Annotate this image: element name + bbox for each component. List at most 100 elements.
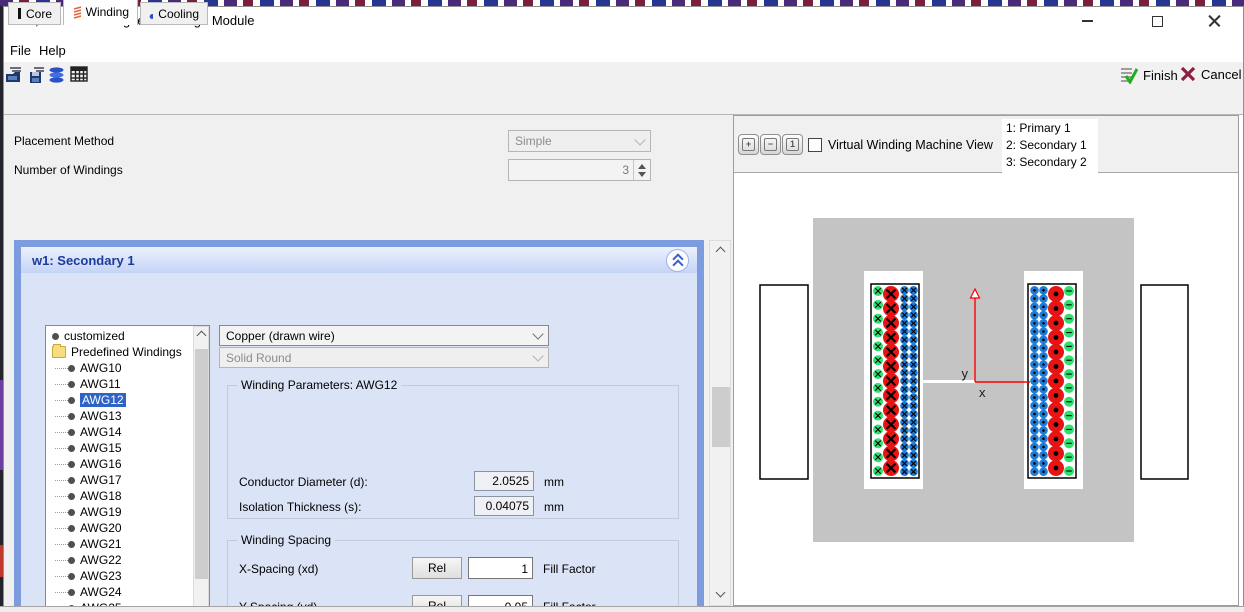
chevron-down-icon bbox=[634, 134, 645, 145]
left-pane-scrollbar-thumb[interactable] bbox=[712, 387, 730, 447]
tree-item-awg20[interactable]: AWG20 bbox=[46, 520, 209, 536]
spinner-up-icon[interactable] bbox=[638, 164, 646, 169]
finish-check-icon bbox=[1120, 66, 1138, 84]
winding-panel: w1: Secondary 1 customizedPredefined Win… bbox=[14, 240, 704, 612]
minimize-button[interactable] bbox=[1072, 8, 1102, 34]
tab-cooling[interactable]: Cooling bbox=[140, 2, 208, 25]
bullet-icon bbox=[68, 445, 75, 452]
bullet-icon bbox=[52, 333, 59, 340]
bullet-icon bbox=[68, 573, 75, 580]
zoom-reset-button[interactable]: 1 bbox=[782, 134, 803, 155]
tree-item-label: AWG14 bbox=[80, 425, 122, 439]
tree-item-label: AWG22 bbox=[80, 553, 122, 567]
cooling-icon bbox=[149, 7, 153, 21]
wire-shape-value: Solid Round bbox=[226, 351, 291, 365]
x-spacing-field[interactable]: 1 bbox=[468, 557, 533, 579]
tree-item-label: AWG21 bbox=[80, 537, 122, 551]
tree-item-awg24[interactable]: AWG24 bbox=[46, 584, 209, 600]
tree-item-awg12[interactable]: AWG12 bbox=[46, 392, 209, 408]
bullet-icon bbox=[68, 397, 75, 404]
x-spacing-rel-button[interactable]: Rel bbox=[412, 557, 462, 579]
tree-item-awg11[interactable]: AWG11 bbox=[46, 376, 209, 392]
tree-connector bbox=[55, 560, 68, 561]
tree-item-awg19[interactable]: AWG19 bbox=[46, 504, 209, 520]
bullet-icon bbox=[68, 589, 75, 596]
legend-entry: 3: Secondary 2 bbox=[1006, 154, 1098, 171]
tree-connector bbox=[55, 576, 68, 577]
winding-panel-header: w1: Secondary 1 bbox=[21, 247, 697, 273]
tree-item-awg23[interactable]: AWG23 bbox=[46, 568, 209, 584]
x-spacing-label: X-Spacing (xd) bbox=[239, 562, 318, 576]
tree-item-awg17[interactable]: AWG17 bbox=[46, 472, 209, 488]
tab-core[interactable]: Core bbox=[8, 2, 61, 25]
number-of-windings-spinner[interactable]: 3 bbox=[508, 159, 651, 181]
printer-icon[interactable] bbox=[5, 66, 24, 85]
folder-icon bbox=[52, 346, 66, 358]
menu-help[interactable]: Help bbox=[33, 41, 72, 60]
tree-scroll-up-icon[interactable] bbox=[197, 331, 207, 341]
tree-item-awg13[interactable]: AWG13 bbox=[46, 408, 209, 424]
placement-method-combo[interactable]: Simple bbox=[508, 130, 651, 152]
preview-panel: + − 1 Virtual Winding Machine View 1: Pr… bbox=[733, 115, 1239, 606]
tree-item-label: AWG16 bbox=[80, 457, 122, 471]
tree-item-awg22[interactable]: AWG22 bbox=[46, 552, 209, 568]
tree-item-predefined-windings[interactable]: Predefined Windings bbox=[46, 344, 209, 360]
isolation-thickness-label: Isolation Thickness (s): bbox=[239, 500, 362, 514]
layers-icon[interactable] bbox=[48, 66, 65, 85]
tree-connector bbox=[55, 416, 68, 417]
tree-connector bbox=[55, 592, 68, 593]
bullet-icon bbox=[68, 381, 75, 388]
winding-panel-body: customizedPredefined WindingsAWG10AWG11A… bbox=[21, 273, 697, 612]
conductor-diameter-field[interactable]: 2.0525 bbox=[474, 471, 534, 491]
placement-method-label: Placement Method bbox=[14, 134, 114, 148]
tree-item-awg21[interactable]: AWG21 bbox=[46, 536, 209, 552]
isolation-thickness-field[interactable]: 0.04075 bbox=[474, 496, 534, 516]
tree-item-label: AWG10 bbox=[80, 361, 122, 375]
maximize-button[interactable] bbox=[1142, 8, 1172, 34]
tree-item-awg18[interactable]: AWG18 bbox=[46, 488, 209, 504]
bullet-icon bbox=[68, 525, 75, 532]
tree-item-awg10[interactable]: AWG10 bbox=[46, 360, 209, 376]
tree-item-awg14[interactable]: AWG14 bbox=[46, 424, 209, 440]
x-spacing-suffix: Fill Factor bbox=[543, 562, 596, 576]
save-icon[interactable] bbox=[28, 66, 47, 85]
tab-cooling-label: Cooling bbox=[158, 7, 199, 21]
virtual-winding-machine-checkbox[interactable] bbox=[808, 138, 822, 152]
number-of-windings-value: 3 bbox=[509, 160, 633, 180]
tab-core-label: Core bbox=[26, 7, 52, 21]
tree-item-awg16[interactable]: AWG16 bbox=[46, 456, 209, 472]
close-button[interactable] bbox=[1199, 8, 1229, 34]
spinner-down-icon[interactable] bbox=[638, 172, 646, 177]
finish-label: Finish bbox=[1143, 68, 1178, 83]
chevron-down-icon bbox=[532, 328, 543, 339]
cancel-button[interactable]: Cancel bbox=[1180, 66, 1241, 82]
scroll-down-icon[interactable] bbox=[716, 588, 726, 598]
tree-scrollbar-thumb[interactable] bbox=[195, 349, 208, 579]
bullet-icon bbox=[68, 429, 75, 436]
tree-connector bbox=[55, 448, 68, 449]
scroll-up-icon[interactable] bbox=[716, 247, 726, 257]
tab-winding[interactable]: Winding bbox=[63, 0, 138, 25]
tree-item-customized[interactable]: customized bbox=[46, 328, 209, 344]
tree-connector bbox=[55, 400, 68, 401]
zoom-in-button[interactable]: + bbox=[738, 134, 759, 155]
dialog-bottom-edge bbox=[0, 606, 1244, 612]
collapse-panel-button[interactable] bbox=[666, 249, 689, 272]
legend-entry: 1: Primary 1 bbox=[1006, 120, 1098, 137]
core-cross-section-view: yx bbox=[734, 172, 1238, 605]
tab-winding-label: Winding bbox=[86, 5, 129, 19]
wire-shape-combo[interactable]: Solid Round bbox=[219, 347, 549, 368]
predefined-windings-tree[interactable]: customizedPredefined WindingsAWG10AWG11A… bbox=[45, 325, 210, 612]
finish-button[interactable]: Finish bbox=[1120, 66, 1178, 84]
menu-file[interactable]: File bbox=[4, 41, 37, 60]
material-combo[interactable]: Copper (drawn wire) bbox=[219, 325, 549, 346]
winding-panel-title: w1: Secondary 1 bbox=[32, 253, 135, 268]
conductor-diameter-label: Conductor Diameter (d): bbox=[239, 475, 368, 489]
tree-item-awg15[interactable]: AWG15 bbox=[46, 440, 209, 456]
tree-item-label: AWG24 bbox=[80, 585, 122, 599]
grid-icon[interactable] bbox=[70, 66, 89, 83]
tree-item-label: AWG13 bbox=[80, 409, 122, 423]
zoom-out-button[interactable]: − bbox=[760, 134, 781, 155]
left-pane-scrollbar[interactable] bbox=[709, 240, 731, 606]
tree-scrollbar[interactable] bbox=[193, 326, 209, 612]
